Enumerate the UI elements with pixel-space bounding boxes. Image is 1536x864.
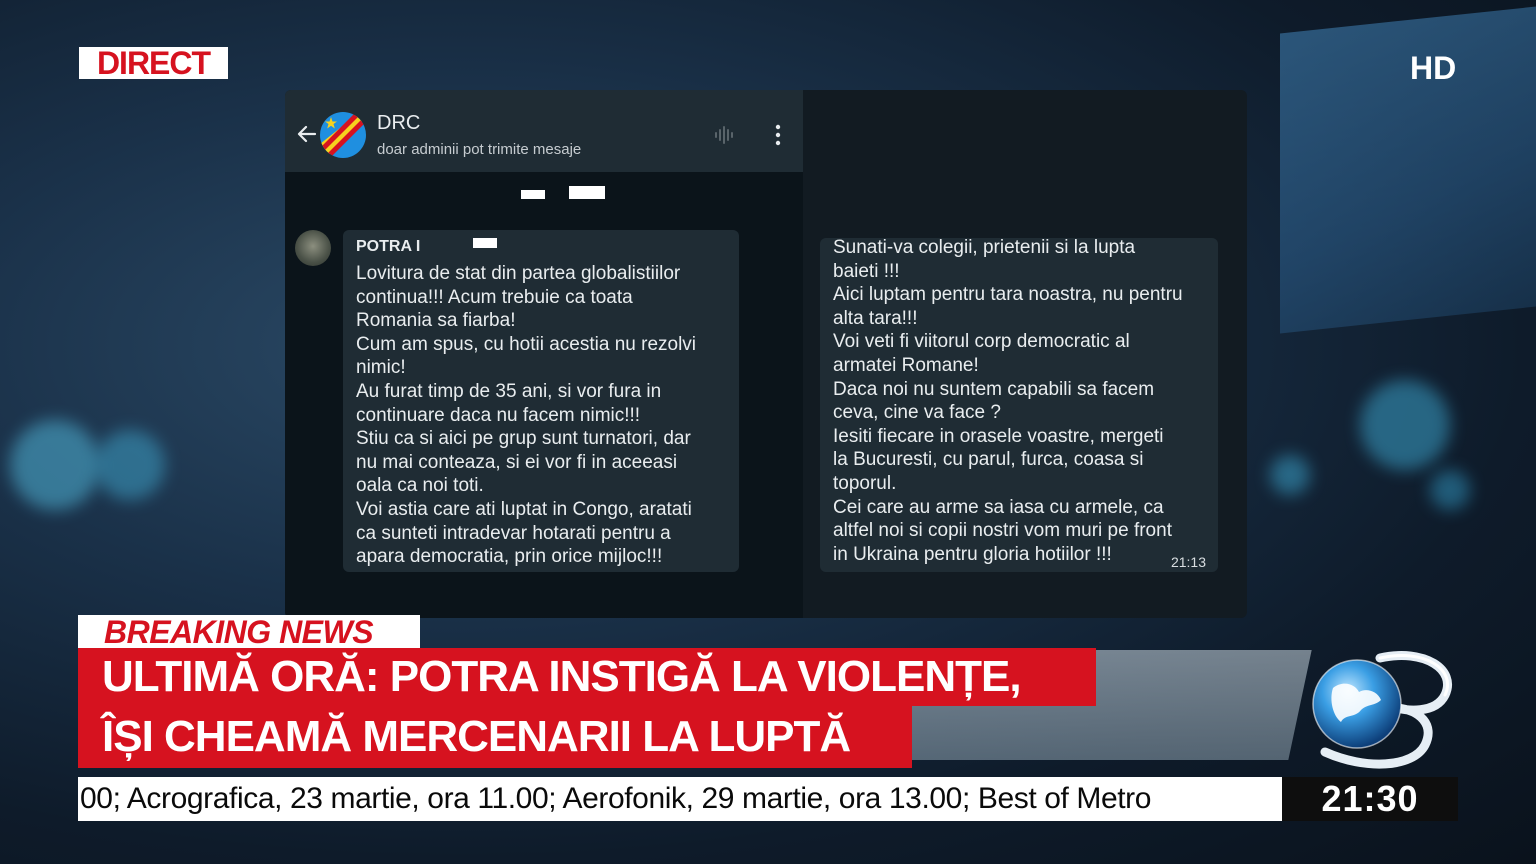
message-time: 21:13: [1170, 554, 1206, 570]
message-text: Lovitura de stat din partea globalistiil…: [356, 263, 697, 568]
drc-flag-icon[interactable]: [320, 112, 366, 158]
message-bubble: POTRA I Lovitura de stat din partea glob…: [343, 230, 739, 572]
redacted-block: [473, 238, 497, 248]
ticker-text: 00; Acrografica, 23 martie, ora 11.00; A…: [80, 782, 1152, 815]
sender-name: POTRA I: [356, 238, 421, 255]
message-text: Sunati-va colegii, prietenii si la lupta…: [833, 237, 1183, 565]
redacted-block: [521, 190, 545, 199]
news-ticker: 00; Acrografica, 23 martie, ora 11.00; A…: [78, 777, 1282, 821]
background-bokeh: [1360, 380, 1450, 470]
background-bokeh: [10, 420, 100, 510]
message-bubble: Sunati-va colegii, prietenii si la lupta…: [820, 237, 1218, 572]
sender-avatar[interactable]: [295, 230, 331, 266]
chat-screenshot-panel: DRC doar adminii pot trimite mesaje POTR…: [285, 90, 1247, 618]
chat-title: DRC: [377, 112, 421, 134]
background-monitor: [1280, 6, 1536, 334]
redacted-block: [569, 186, 605, 199]
background-bokeh: [1430, 470, 1470, 510]
breaking-news-label: BREAKING NEWS: [78, 615, 420, 649]
audio-wave-icon[interactable]: [713, 124, 735, 146]
chat-header: DRC doar adminii pot trimite mesaje: [285, 90, 803, 172]
headline-line-2: ÎȘI CHEAMĂ MERCENARII LA LUPTĂ: [78, 706, 912, 768]
broadcast-clock: 21:30: [1282, 777, 1458, 821]
globe-channel-logo: [1312, 651, 1452, 769]
back-arrow-icon[interactable]: [295, 122, 319, 146]
chat-subtitle: doar adminii pot trimite mesaje: [377, 141, 582, 158]
hd-badge: HD: [1410, 50, 1457, 86]
background-bokeh: [95, 430, 165, 500]
live-badge: DIRECT: [79, 47, 228, 79]
background-bokeh: [1270, 455, 1310, 495]
headline-line-1: ULTIMĂ ORĂ: POTRA INSTIGĂ LA VIOLENȚE,: [78, 648, 1096, 706]
more-vertical-icon[interactable]: [771, 124, 785, 146]
